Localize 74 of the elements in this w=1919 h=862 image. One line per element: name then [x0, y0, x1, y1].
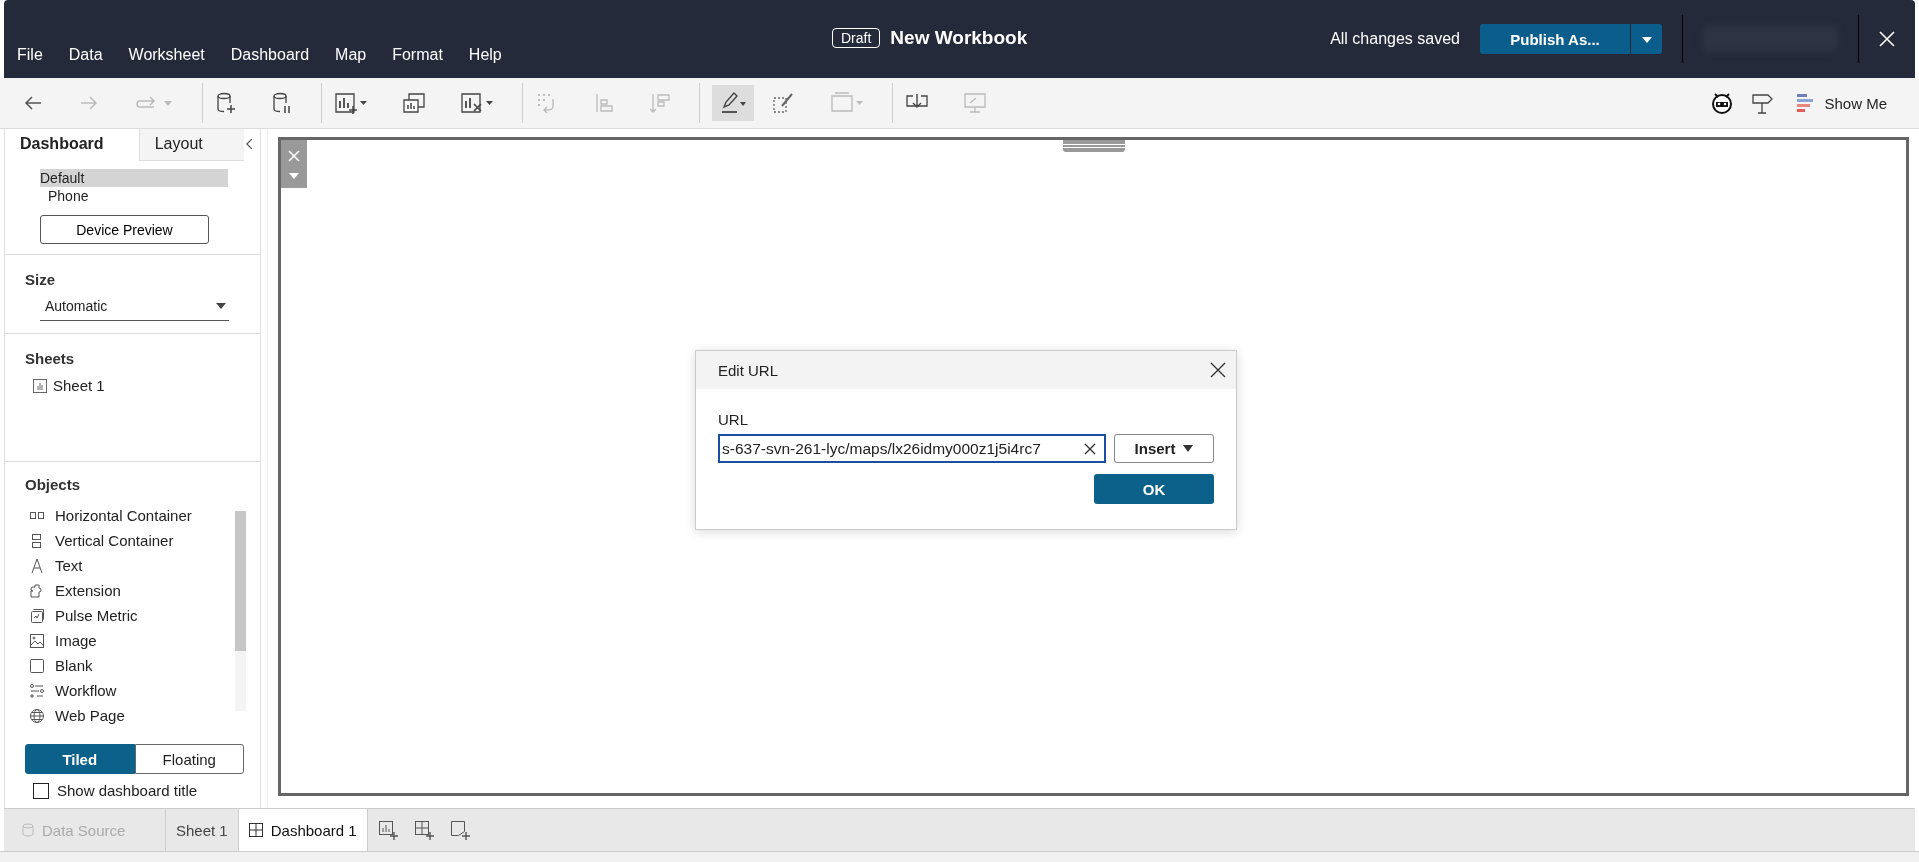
webpage-object-icon: [29, 707, 45, 724]
workflow-object-icon: [29, 682, 45, 699]
menu-item[interactable]: Data: [68, 46, 103, 64]
highlight-button[interactable]: [712, 85, 754, 121]
publish-button[interactable]: Publish As...: [1480, 24, 1630, 54]
image-object-icon: [29, 632, 45, 649]
object-item[interactable]: Pulse Metric: [55, 607, 138, 624]
clear-sheet-icon[interactable]: [460, 92, 494, 114]
new-data-source-icon[interactable]: [215, 91, 237, 115]
device-preview-button[interactable]: Device Preview: [40, 215, 209, 244]
show-me-button[interactable]: Show Me: [1790, 92, 1893, 114]
menu-item[interactable]: Dashboard: [230, 46, 310, 64]
object-item[interactable]: Workflow: [55, 682, 117, 699]
object-item[interactable]: Image: [55, 632, 97, 649]
menu-item[interactable]: Map: [335, 46, 367, 64]
object-item[interactable]: Extension: [55, 582, 121, 599]
layout-mode-toggle[interactable]: Floating: [134, 744, 244, 774]
new-sheet-icon[interactable]: [334, 92, 368, 114]
sheet-tab[interactable]: Dashboard 1: [238, 809, 368, 851]
workbook-title: New Workbook: [890, 27, 1028, 49]
menu-item[interactable]: Format: [392, 46, 443, 64]
section-heading: Sheets: [25, 350, 76, 367]
object-item[interactable]: Blank: [55, 657, 93, 674]
caret-icon: [215, 302, 227, 310]
sheet-item[interactable]: Sheet 1: [53, 377, 105, 394]
section-heading: Objects: [25, 476, 82, 493]
draft-badge: Draft: [832, 28, 881, 48]
drag-handle[interactable]: [1062, 140, 1125, 152]
ok-button[interactable]: OK: [1094, 474, 1214, 504]
grid-icon: [248, 823, 263, 837]
checkbox[interactable]: [33, 782, 49, 799]
object-item[interactable]: Text: [55, 557, 83, 574]
section-heading: Size: [25, 271, 56, 288]
robot-icon[interactable]: [1710, 91, 1735, 115]
field-label: URL: [718, 411, 749, 428]
scrollbar-thumb[interactable]: [235, 511, 246, 651]
size-dropdown[interactable]: Automatic: [40, 298, 229, 321]
new-worksheet-icon[interactable]: [377, 820, 400, 840]
extension-object-icon: [29, 582, 45, 599]
blank-object-icon: [29, 657, 45, 674]
clear-icon[interactable]: [1084, 442, 1096, 455]
caret-icon[interactable]: [289, 172, 299, 179]
new-story-icon[interactable]: [449, 820, 472, 840]
database-icon: [22, 823, 34, 837]
menu-item[interactable]: Worksheet: [128, 46, 205, 64]
url-field[interactable]: s-637-svn-261-lyc/maps/lx26idmy000z1j5i4rc7: [718, 434, 1106, 463]
menu-item[interactable]: Help: [468, 46, 502, 64]
checkbox-label: Show dashboard title: [57, 782, 198, 799]
text-object-icon: [29, 557, 45, 574]
container-controls[interactable]: [281, 140, 307, 188]
pause-data-icon[interactable]: [271, 91, 293, 115]
caret-icon: [1183, 445, 1194, 452]
dialog-title: Edit URL: [718, 361, 779, 379]
layout-mode-toggle[interactable]: Tiled: [25, 744, 135, 774]
object-item[interactable]: Vertical Container: [55, 532, 174, 549]
device-option[interactable]: Default: [40, 169, 228, 187]
save-status: All changes saved: [1330, 30, 1460, 48]
bar-chart-icon: [1796, 93, 1815, 113]
sheet-icon: [33, 378, 47, 393]
pen-icon: [719, 91, 747, 115]
menu-item[interactable]: File: [17, 46, 43, 64]
object-item[interactable]: Web Page: [55, 707, 125, 724]
duplicate-sheet-icon[interactable]: [402, 92, 426, 114]
panel-tab[interactable]: Layout: [138, 129, 245, 161]
caret-icon: [1640, 35, 1653, 44]
device-option[interactable]: Phone: [40, 187, 228, 205]
new-dashboard-icon[interactable]: [413, 820, 436, 840]
close-icon[interactable]: [1210, 362, 1226, 378]
pulse-object-icon: [29, 607, 45, 624]
signpost-icon[interactable]: [1750, 91, 1775, 115]
insert-button[interactable]: Insert: [1114, 434, 1214, 463]
format-icon[interactable]: [772, 92, 796, 114]
object-item[interactable]: Horizontal Container: [55, 507, 192, 524]
publish-dropdown[interactable]: [1630, 24, 1662, 54]
